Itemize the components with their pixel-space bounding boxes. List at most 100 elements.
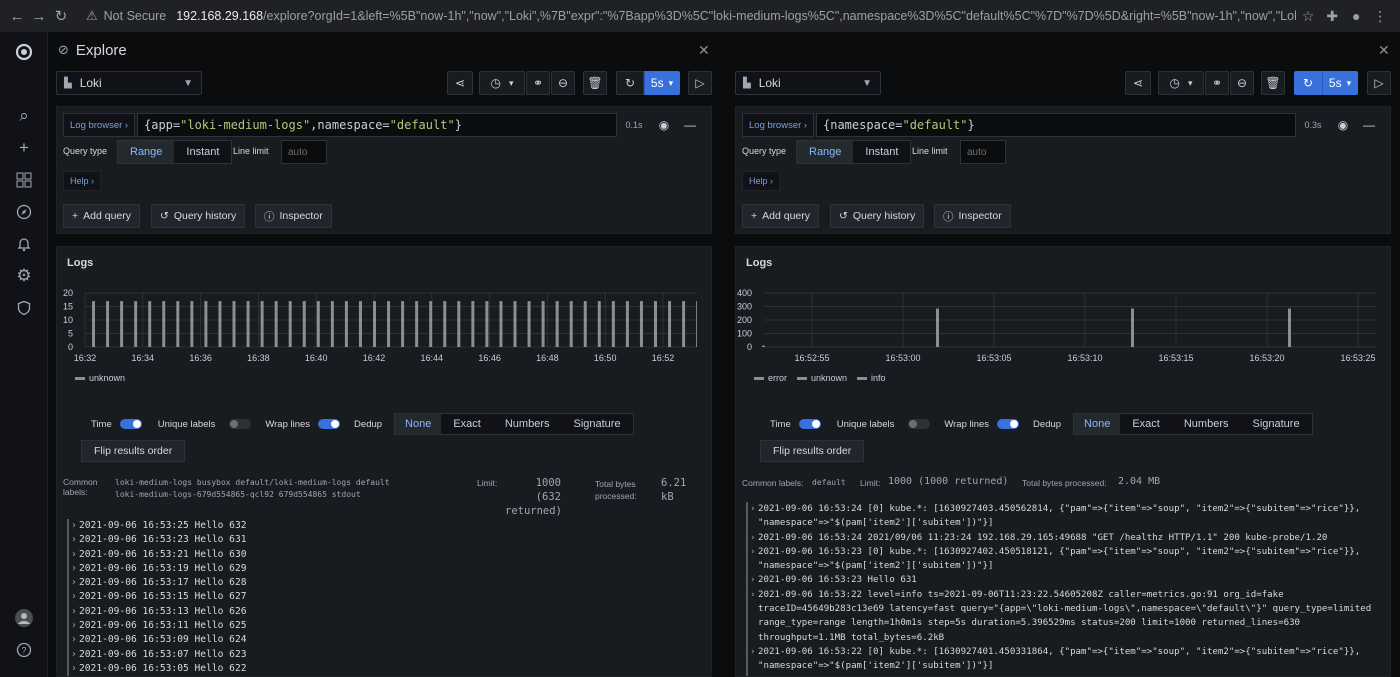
refresh-interval-picker[interactable]: 5s ▾ [1322, 71, 1358, 95]
time-toggle[interactable] [798, 419, 821, 429]
eye-icon[interactable]: ◉ [653, 114, 675, 136]
time-picker-button[interactable]: ◷ ▾ [479, 71, 525, 95]
log-row[interactable]: ›2021-09-06 16:53:21 level=error ts=2021… [746, 673, 1382, 676]
instant-option[interactable]: Instant [174, 141, 231, 163]
share-button[interactable]: ⋖ [447, 71, 473, 95]
query-history-button[interactable]: ↺ Query history [830, 204, 925, 228]
dedup-numbers-option[interactable]: Numbers [493, 414, 562, 434]
share-button[interactable]: ⋖ [1125, 71, 1151, 95]
time-picker-button[interactable]: ◷ ▾ [1158, 71, 1204, 95]
forward-icon[interactable]: → [28, 8, 50, 25]
query-input[interactable]: {app= "loki-medium-logs" ,namespace= "defau… [137, 113, 617, 137]
log-row[interactable]: › 2021-09-06 16:53:15 Hello 627 [67, 590, 687, 605]
add-query-button[interactable]: + Add query [742, 204, 820, 228]
legend-item-error[interactable]: error [754, 373, 787, 383]
shield-icon[interactable] [12, 296, 36, 320]
clear-all-button[interactable]: 🗑 [1261, 71, 1285, 95]
time-toggle[interactable] [119, 419, 142, 429]
log-browser-button[interactable]: Log browser › [63, 113, 136, 137]
log-row[interactable]: › 2021-09-06 16:53:24 2021/09/06 11:23:24… [746, 530, 1382, 545]
link-button[interactable]: ⚭ [526, 71, 550, 95]
profile-icon[interactable]: ● [1344, 8, 1368, 24]
log-browser-button[interactable]: Log browser › [742, 113, 815, 137]
run-query-button[interactable]: ↻ [1294, 71, 1322, 95]
add-query-button[interactable]: + Add query [63, 204, 141, 228]
dedup-none-option[interactable]: None [395, 414, 442, 434]
search-icon[interactable]: ⌕ [12, 104, 36, 128]
help-toggle[interactable]: Help › [63, 171, 102, 191]
line-limit-input[interactable]: auto [960, 140, 1006, 164]
grafana-logo-icon[interactable] [12, 40, 36, 64]
log-row[interactable]: › 2021-09-06 16:53:07 Hello 623 [67, 647, 687, 662]
refresh-interval-picker[interactable]: 5s ▾ [644, 71, 680, 95]
zoom-out-button[interactable]: ⊖ [551, 71, 575, 95]
datasource-picker[interactable]: ▙ Loki ▼ [56, 71, 202, 95]
close-left-pane-icon[interactable]: ✕ [698, 42, 710, 59]
x-tick-label: 16:53:00 [885, 353, 920, 363]
legend-item-unknown[interactable]: unknown [75, 373, 125, 383]
dedup-numbers-option[interactable]: Numbers [1172, 414, 1241, 434]
query-history-button[interactable]: ↺ Query history [151, 204, 246, 228]
close-right-pane-icon[interactable]: ✕ [1378, 42, 1390, 59]
eye-icon[interactable]: ◉ [1332, 114, 1354, 136]
dedup-exact-option[interactable]: Exact [441, 414, 493, 434]
warning-icon[interactable]: ⚠ [86, 8, 98, 24]
help-icon[interactable]: ? [12, 638, 36, 662]
legend-item-info[interactable]: info [857, 373, 886, 383]
wrap-lines-toggle[interactable] [997, 419, 1020, 429]
star-icon[interactable]: ☆ [1296, 8, 1320, 25]
dedup-signature-option[interactable]: Signature [1240, 414, 1311, 434]
log-row[interactable]: › 2021-09-06 16:53:09 Hello 624 [67, 633, 687, 648]
live-tail-button[interactable]: ▷ [1367, 71, 1391, 95]
extensions-icon[interactable]: ✚ [1320, 8, 1344, 25]
dedup-exact-option[interactable]: Exact [1120, 414, 1172, 434]
unique-labels-toggle[interactable] [908, 419, 931, 429]
log-row[interactable]: › 2021-09-06 16:53:22 level=info ts=2021-… [746, 587, 1382, 645]
log-row[interactable]: › 2021-09-06 16:53:23 Hello 631 [67, 533, 687, 548]
log-row[interactable]: › 2021-09-06 16:53:24 [0] kube.*: [163092… [746, 502, 1382, 531]
clear-all-button[interactable]: 🗑 [583, 71, 607, 95]
alerting-icon[interactable] [12, 232, 36, 256]
instant-option[interactable]: Instant [853, 141, 910, 163]
line-limit-input[interactable]: auto [281, 140, 327, 164]
unique-labels-toggle[interactable] [229, 419, 252, 429]
help-toggle[interactable]: Help › [742, 171, 781, 191]
back-icon[interactable]: ← [6, 8, 28, 25]
remove-query-icon[interactable]: — [679, 114, 701, 136]
wrap-lines-toggle[interactable] [318, 419, 341, 429]
log-row[interactable]: › 2021-09-06 16:53:21 Hello 630 [67, 547, 687, 562]
log-row[interactable]: › 2021-09-06 16:53:05 Hello 622 [67, 661, 687, 676]
log-row[interactable]: › 2021-09-06 16:53:23 [0] kube.*: [163092… [746, 544, 1382, 574]
dedup-none-option[interactable]: None [1074, 414, 1121, 434]
zoom-out-button[interactable]: ⊖ [1230, 71, 1254, 95]
remove-query-icon[interactable]: — [1358, 114, 1380, 136]
query-input[interactable]: {namespace= "default"} [816, 113, 1296, 137]
link-button[interactable]: ⚭ [1205, 71, 1229, 95]
avatar[interactable] [12, 606, 36, 630]
range-option[interactable]: Range [797, 141, 854, 163]
log-row[interactable]: › 2021-09-06 16:53:19 Hello 629 [67, 561, 687, 577]
address-bar[interactable]: 192.168.29.168/explore?orgId=1&left=%5B"… [176, 9, 1296, 23]
legend-item-unknown[interactable]: unknown [797, 373, 847, 383]
explore-icon[interactable] [12, 200, 36, 224]
dashboards-icon[interactable] [12, 168, 36, 192]
log-row[interactable]: › 2021-09-06 16:53:23 Hello 631 [746, 573, 1382, 588]
flip-results-order-button[interactable]: Flip results order [760, 440, 865, 462]
inspector-button[interactable]: ⓘ Inspector [255, 204, 332, 228]
run-query-button[interactable]: ↻ [616, 71, 644, 95]
range-option[interactable]: Range [118, 141, 175, 163]
log-row[interactable]: › 2021-09-06 16:53:25 Hello 632 [67, 519, 687, 534]
configuration-icon[interactable]: ⚙ [12, 264, 36, 288]
inspector-button[interactable]: ⓘ Inspector [934, 204, 1011, 228]
log-row[interactable]: › 2021-09-06 16:53:17 Hello 628 [67, 576, 687, 591]
dedup-signature-option[interactable]: Signature [561, 414, 632, 434]
datasource-picker[interactable]: ▙ Loki ▼ [735, 71, 881, 95]
live-tail-button[interactable]: ▷ [688, 71, 712, 95]
reload-icon[interactable]: ↻ [50, 7, 72, 25]
log-row[interactable]: › 2021-09-06 16:53:13 Hello 626 [67, 604, 687, 620]
log-row[interactable]: › 2021-09-06 16:53:22 [0] kube.*: [163092… [746, 644, 1382, 674]
menu-icon[interactable]: ⋮ [1368, 8, 1392, 25]
flip-results-order-button[interactable]: Flip results order [81, 440, 186, 462]
create-icon[interactable]: + [12, 136, 36, 160]
log-row[interactable]: › 2021-09-06 16:53:11 Hello 625 [67, 619, 687, 634]
